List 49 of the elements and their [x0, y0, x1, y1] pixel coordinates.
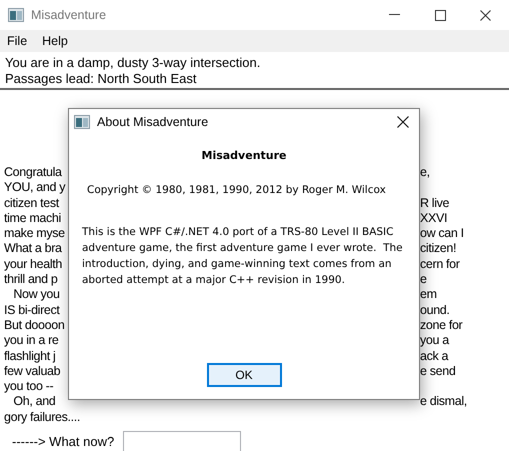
story-text: e dismal, [420, 394, 468, 410]
menu-item[interactable]: File [7, 34, 28, 48]
close-icon[interactable] [480, 10, 491, 20]
story-text: IS bi-direct [3, 302, 60, 318]
story-text: cern for [420, 256, 461, 272]
menu-item[interactable]: Help [42, 34, 68, 48]
story-text: flashlight j [3, 348, 56, 364]
dialog-title: About Misadventure [97, 115, 208, 129]
close-icon[interactable] [397, 116, 409, 128]
story-text: em [420, 287, 438, 303]
story-text: What a bra [3, 241, 62, 257]
app-icon [74, 115, 90, 129]
dialog-heading: Misadventure [200, 149, 288, 162]
ok-button[interactable]: OK [206, 363, 282, 387]
story-text: citizen! [420, 241, 458, 257]
copyright-text: Copyright © 1980, 1981, 1990, 2012 by Roger M. Wilcox [86, 184, 387, 196]
story-text: e, [420, 165, 431, 180]
story-text: time machi [3, 210, 61, 226]
story-text: e send [420, 364, 456, 380]
story-text: citizen test [3, 196, 59, 211]
story-text: few valuab [3, 364, 60, 380]
story-text: But doooon [3, 318, 64, 334]
minimize-icon[interactable] [389, 14, 401, 16]
app-icon [8, 8, 24, 22]
story-text: you in a re [3, 333, 59, 349]
story-text: you too -- [3, 379, 54, 394]
story-text: you a [420, 333, 450, 349]
story-text: R live [420, 196, 450, 211]
command-input[interactable] [123, 431, 242, 451]
story-text: ound. [420, 302, 451, 318]
location-text: You are in a damp, dusty 3-way intersection. [5, 55, 262, 70]
story-text: ow can I [420, 226, 465, 242]
story-text: Now you [12, 287, 60, 303]
story-text: your health [3, 256, 62, 272]
window-title: Misadventure [31, 8, 106, 22]
story-text: Congratula [3, 165, 62, 180]
prompt-label: ------> What now? [12, 434, 114, 450]
story-text: e [420, 272, 428, 288]
story-text: ack a [420, 348, 450, 364]
description-text: This is the WPF C#/.NET 4.0 port of a TRS-80 Level II BASIC adventure game, the first adventure game I ever wrote. The introduction, dying, and game-winning text comes from an aborted attempt at a major C++ revision in 1990. [81, 225, 404, 288]
story-text: Oh, and [12, 394, 56, 410]
story-text: YOU, and y [3, 180, 66, 196]
maximize-icon[interactable] [435, 10, 446, 20]
story-text: make myse [3, 226, 65, 242]
location-text: Passages lead: North South East [5, 70, 198, 86]
story-text: gory failures.... [3, 410, 80, 426]
story-text: thrill and p [3, 272, 58, 288]
story-text: zone for [420, 318, 464, 334]
story-text: XXVI [420, 210, 448, 226]
